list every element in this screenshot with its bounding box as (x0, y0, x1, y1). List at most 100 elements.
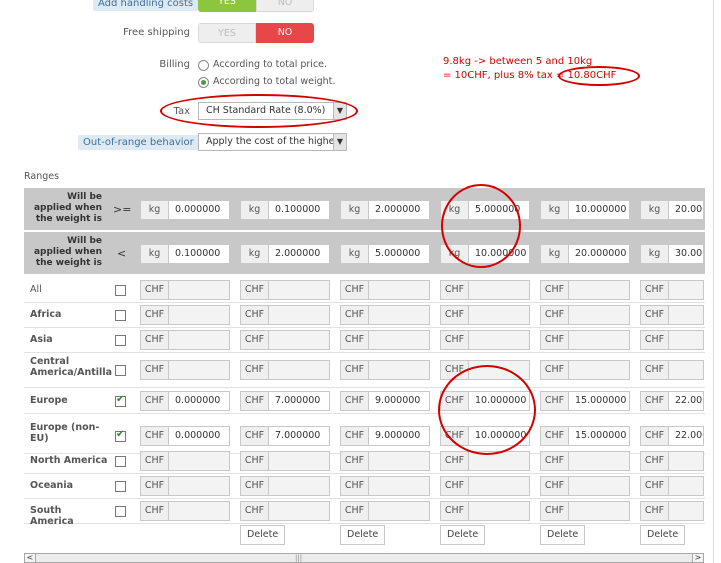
handling-toggle[interactable]: YES NO (198, 0, 314, 12)
price-input[interactable]: CHF (140, 451, 230, 471)
zone-checkbox[interactable] (115, 429, 126, 442)
price-input[interactable]: CHF (240, 280, 330, 300)
price-input[interactable]: CHF (340, 501, 430, 521)
price-input[interactable]: CHF (240, 451, 330, 471)
price-input[interactable]: CHF (440, 330, 530, 350)
range-ge-input[interactable]: kg 0.100000 (240, 200, 330, 220)
price-input[interactable]: CHF 9.000000 (340, 391, 430, 411)
price-input[interactable]: CHF (340, 451, 430, 471)
price-input[interactable]: CHF (240, 330, 330, 350)
price-input[interactable]: CHF (540, 476, 630, 496)
price-value (669, 306, 703, 324)
free-shipping-yes[interactable]: YES (198, 23, 256, 43)
price-input[interactable]: CHF (340, 330, 430, 350)
price-input[interactable]: CHF (640, 305, 704, 325)
price-input[interactable]: CHF (640, 501, 704, 521)
zone-checkbox[interactable] (115, 310, 126, 321)
price-input[interactable]: CHF 7.000000 (240, 426, 330, 446)
price-value (469, 502, 529, 520)
price-input[interactable]: CHF (640, 280, 704, 300)
price-input[interactable]: CHF (440, 501, 530, 521)
zone-label: All (30, 284, 42, 295)
range-ge-input[interactable]: kg 0.000000 (140, 200, 230, 220)
range-lt-input[interactable]: kg 30.000000 (640, 244, 704, 264)
free-shipping-no[interactable]: NO (256, 23, 314, 43)
price-input[interactable]: CHF (540, 451, 630, 471)
price-input[interactable]: CHF 22.000000 (640, 426, 704, 446)
price-input[interactable]: CHF (140, 476, 230, 496)
price-value: 7.000000 (275, 395, 321, 406)
range-lt-input[interactable]: kg 2.000000 (240, 244, 330, 264)
zone-checkbox[interactable] (115, 506, 126, 517)
price-input[interactable]: CHF (640, 360, 704, 380)
delete-range-button[interactable]: Delete (640, 525, 686, 545)
price-input[interactable]: CHF (140, 330, 230, 350)
price-input[interactable]: CHF (440, 280, 530, 300)
chf-unit: CHF (341, 331, 369, 349)
price-input[interactable]: CHF (240, 476, 330, 496)
handling-no[interactable]: NO (256, 0, 314, 12)
range-ge-input[interactable]: kg 20.000000 (640, 200, 704, 220)
range-lt-input[interactable]: kg 20.000000 (540, 244, 630, 264)
price-input[interactable]: CHF (540, 501, 630, 521)
price-input[interactable]: CHF (640, 476, 704, 496)
price-input[interactable]: CHF (540, 360, 630, 380)
billing-weight-radio[interactable] (198, 77, 209, 88)
range-lt-value: 5.000000 (375, 248, 421, 259)
price-value (469, 331, 529, 349)
price-input[interactable]: CHF (240, 360, 330, 380)
price-value (169, 361, 229, 379)
zone-checkbox[interactable] (115, 394, 126, 407)
price-input[interactable]: CHF (340, 476, 430, 496)
out-of-range-select[interactable]: Apply the cost of the highes ▼ (198, 133, 347, 151)
zone-label: South America (30, 505, 74, 527)
delete-range-button[interactable]: Delete (340, 525, 386, 545)
chf-unit: CHF (341, 452, 369, 470)
range-lt-input[interactable]: kg 5.000000 (340, 244, 430, 264)
price-input[interactable]: CHF 7.000000 (240, 391, 330, 411)
price-input[interactable]: CHF 0.000000 (140, 391, 230, 411)
price-input[interactable]: CHF (140, 360, 230, 380)
price-input[interactable]: CHF (640, 330, 704, 350)
zone-checkbox[interactable] (115, 481, 126, 492)
zone-checkbox[interactable] (115, 456, 126, 467)
delete-range-button[interactable]: Delete (440, 525, 486, 545)
price-input[interactable]: CHF (340, 360, 430, 380)
price-input[interactable]: CHF (140, 305, 230, 325)
price-input[interactable]: CHF (540, 330, 630, 350)
range-ge-input[interactable]: kg 2.000000 (340, 200, 430, 220)
horizontal-scrollbar[interactable]: < ||| > (24, 553, 704, 563)
price-input[interactable]: CHF (440, 476, 530, 496)
price-input[interactable]: CHF (140, 280, 230, 300)
price-input[interactable]: CHF 15.000000 (540, 426, 630, 446)
zone-checkbox[interactable] (115, 285, 126, 296)
price-input[interactable]: CHF 22.000000 (640, 391, 704, 411)
billing-price-radio[interactable] (198, 60, 209, 71)
price-input[interactable]: CHF (440, 305, 530, 325)
delete-range-button[interactable]: Delete (240, 525, 286, 545)
handling-yes[interactable]: YES (198, 0, 256, 12)
price-input[interactable]: CHF (140, 501, 230, 521)
price-input[interactable]: CHF (240, 305, 330, 325)
chf-unit: CHF (541, 502, 569, 520)
price-input[interactable]: CHF (340, 305, 430, 325)
price-input[interactable]: CHF 9.000000 (340, 426, 430, 446)
free-shipping-toggle[interactable]: YES NO (198, 23, 314, 43)
delete-range-button[interactable]: Delete (540, 525, 586, 545)
scroll-right-button[interactable]: > (692, 553, 704, 563)
price-value (269, 331, 329, 349)
price-input[interactable]: CHF 15.000000 (540, 391, 630, 411)
price-input[interactable]: CHF 0.000000 (140, 426, 230, 446)
range-ge-input[interactable]: kg 10.000000 (540, 200, 630, 220)
range-lt-input[interactable]: kg 0.100000 (140, 244, 230, 264)
price-input[interactable]: CHF (540, 280, 630, 300)
price-input[interactable]: CHF (640, 451, 704, 471)
price-value: 9.000000 (375, 395, 421, 406)
zone-checkbox[interactable] (115, 365, 126, 376)
scroll-left-button[interactable]: < (24, 553, 36, 563)
price-input[interactable]: CHF (240, 501, 330, 521)
zone-checkbox[interactable] (115, 335, 126, 346)
price-input[interactable]: CHF (340, 280, 430, 300)
annotation-ellipse-price (438, 365, 536, 455)
price-input[interactable]: CHF (540, 305, 630, 325)
